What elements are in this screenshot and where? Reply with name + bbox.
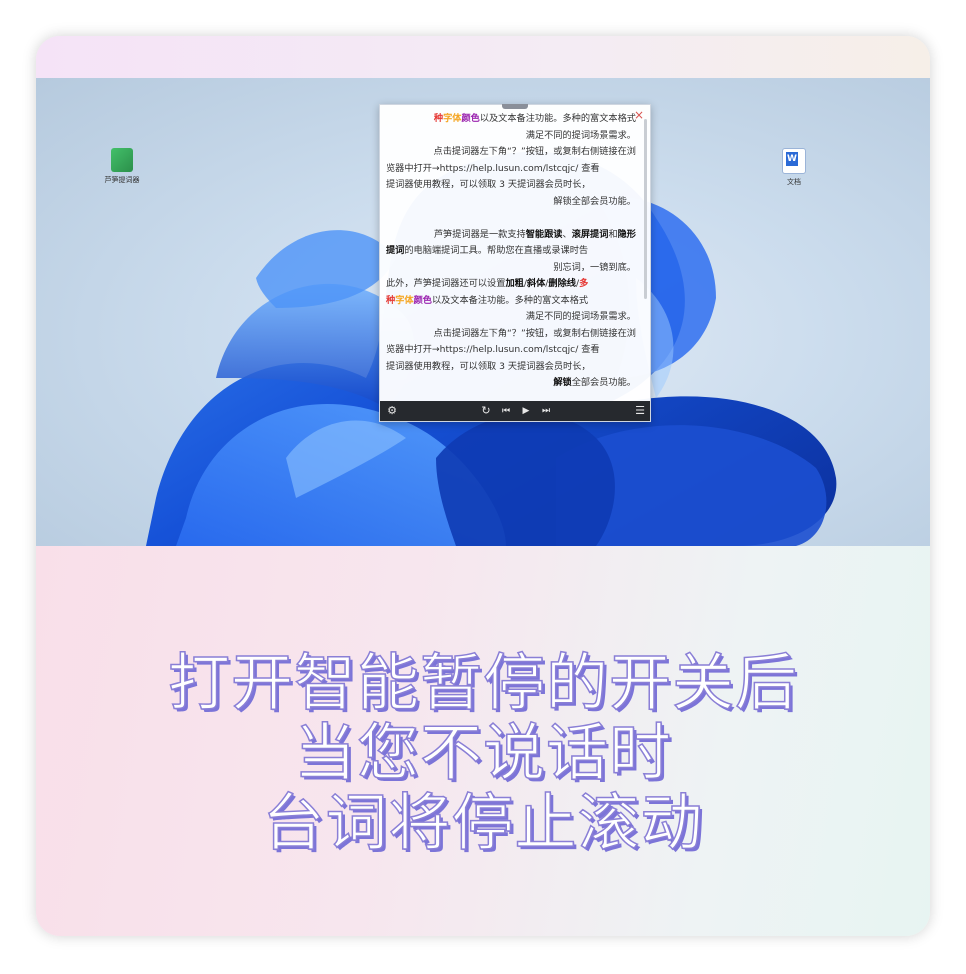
settings-icon[interactable]: ⚙ (384, 401, 400, 421)
prompter-line: 满足不同的提词场景需求。 (386, 128, 636, 145)
prompter-text-segment: 字体 (395, 294, 414, 306)
prompter-text-segment: 此外，芦笋提词器还可以设置 (386, 278, 506, 289)
prompter-line (386, 210, 636, 227)
play-icon[interactable]: ▶ (518, 401, 534, 421)
prompter-line: 解锁全部会员功能。 (386, 194, 636, 211)
prompter-text-segment: 解锁 (553, 377, 572, 388)
prompter-text-segment: 种 (433, 113, 444, 124)
prompter-text-segment: 满足不同的提词场景需求。 (525, 311, 636, 322)
prompter-text-segment: 字体 (443, 113, 462, 124)
prompter-text-segment: 点击提词器左下角“？”按钮，或复制右侧链接在浏 (433, 327, 636, 339)
desktop-icon-label: 芦笋提词器 (104, 176, 140, 184)
prompter-text-segment: 览器中打开→https://help.lusun.com/lstcqjc/ 查看 (386, 162, 600, 174)
caption-line-2: 当您不说话时 (293, 716, 672, 789)
prompter-line: 提词的电脑端提词工具。帮助您在直播或录课时告 (386, 243, 636, 260)
prompter-text-segment: 以及文本备注功能。多种的富文本格式 (431, 294, 589, 306)
prompter-text-segment: 满足不同的提词场景需求。 (525, 129, 636, 141)
prompter-line: 览器中打开→https://help.lusun.com/lstcqjc/ 查看 (386, 342, 636, 359)
word-document-icon: W (782, 148, 806, 174)
prompter-line: 别忘词，一镜到底。 (386, 260, 636, 277)
drag-handle[interactable] (502, 104, 528, 109)
desktop-screen: 芦笋提词器 W 文档 × 种字体颜色以及文本备注功能。多种的富文本格式 满足不同的… (36, 78, 930, 546)
prompter-text-segment: 别忘词，一镜到底。 (553, 261, 636, 273)
prompter-text-segment: 和 (608, 228, 618, 240)
prompter-text-segment: 提词 (386, 245, 405, 256)
prompter-text-segment: 智能跟读 (525, 228, 563, 240)
prompter-text-segment: 全部会员功能。 (571, 377, 636, 388)
prompter-text-segment: 以及文本备注功能。多种的富文本格式 (479, 113, 636, 124)
prompter-line: 此外，芦笋提词器还可以设置加粗/斜体/删除线/多 (386, 276, 636, 293)
prompter-text-segment: 览器中打开→https://help.lusun.com/lstcqjc/ 查看 (386, 344, 600, 355)
prompter-text-segment: 点击提词器左下角“？”按钮，或复制右侧链接在浏 (433, 146, 636, 157)
prompter-text-segment: 种 (386, 294, 396, 306)
scrollbar[interactable] (644, 119, 647, 299)
list-icon[interactable]: ☰ (632, 401, 648, 421)
prompter-text-segment: 解锁全部会员功能。 (553, 195, 636, 207)
desktop-icon-doc[interactable]: W 文档 (764, 148, 824, 187)
prompter-text-segment: 颜色 (461, 113, 480, 124)
prompter-text-segment: 隐形 (617, 228, 636, 240)
prompter-line: 满足不同的提词场景需求。 (386, 309, 636, 326)
prompter-line: 芦笋提词器是一款支持智能跟读、滚屏提词和隐形 (386, 227, 636, 244)
prompter-text-segment: 提词器使用教程，可以领取 3 天提词器会员时长， (386, 360, 591, 372)
prompter-line: 览器中打开→https://help.lusun.com/lstcqjc/ 查看 (386, 161, 636, 178)
prompter-text-segment: 斜体 (526, 278, 546, 289)
prompter-text[interactable]: 种字体颜色以及文本备注功能。多种的富文本格式 满足不同的提词场景需求。 点击提词器左… (386, 111, 636, 399)
reset-icon[interactable]: ↻ (478, 401, 494, 421)
prompter-line: 种字体颜色以及文本备注功能。多种的富文本格式 (386, 293, 636, 310)
prompter-text-segment: 芦笋提词器是一款支持 (433, 228, 526, 240)
prompter-text-segment: 滚屏提词 (571, 228, 609, 240)
desktop-icon-label: 文档 (787, 178, 801, 186)
prompter-text-segment: 多 (579, 278, 589, 289)
video-frame: 芦笋提词器 W 文档 × 种字体颜色以及文本备注功能。多种的富文本格式 满足不同的… (36, 36, 930, 936)
caption-area: 打开智能暂停的开关后 当您不说话时 台词将停止滚动 (36, 546, 930, 936)
prompter-line: 提词器使用教程，可以领取 3 天提词器会员时长， (386, 359, 636, 376)
prompter-text-segment: 颜色 (413, 294, 432, 306)
top-band (36, 36, 930, 78)
prompter-toolbar: ⚙ ↻ ⏮ ▶ ⏭ ☰ (380, 401, 650, 421)
prompter-text-segment: 、 (562, 228, 572, 240)
previous-icon[interactable]: ⏮ (498, 401, 514, 421)
prompter-text-segment: 加粗 (505, 278, 524, 289)
app-shortcut-icon (111, 148, 133, 172)
caption-line-3: 台词将停止滚动 (262, 786, 704, 859)
desktop-icon-app[interactable]: 芦笋提词器 (92, 148, 152, 185)
prompter-text-segment: 的电脑端提词工具。帮助您在直播或录课时告 (404, 245, 589, 256)
prompter-text-segment: 提词器使用教程，可以领取 3 天提词器会员时长， (386, 179, 591, 190)
prompter-line: 提词器使用教程，可以领取 3 天提词器会员时长， (386, 177, 636, 194)
next-icon[interactable]: ⏭ (538, 401, 554, 421)
prompter-line: 种字体颜色以及文本备注功能。多种的富文本格式 (386, 111, 636, 128)
prompter-line: 点击提词器左下角“？”按钮，或复制右侧链接在浏 (386, 326, 636, 343)
caption-line-1: 打开智能暂停的开关后 (167, 646, 798, 719)
teleprompter-window[interactable]: × 种字体颜色以及文本备注功能。多种的富文本格式 满足不同的提词场景需求。 点击提词… (379, 104, 651, 422)
prompter-text-segment: 删除线 (548, 278, 576, 289)
prompter-line: 解锁全部会员功能。 (386, 375, 636, 392)
prompter-line: 点击提词器左下角“？”按钮，或复制右侧链接在浏 (386, 144, 636, 161)
